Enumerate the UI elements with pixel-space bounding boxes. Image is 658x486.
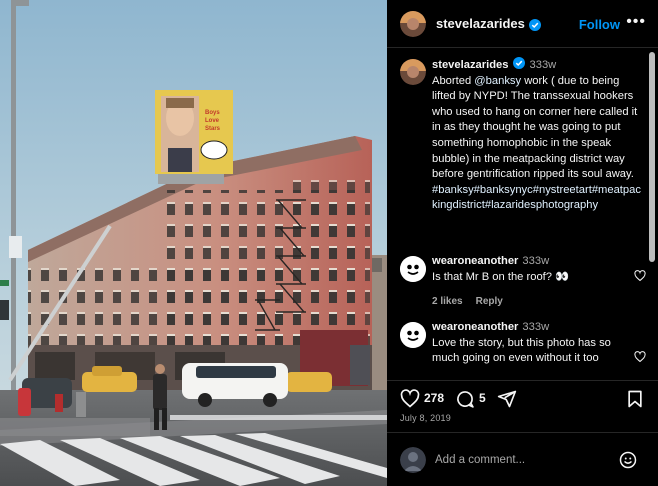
comment-age: 333w <box>522 321 550 333</box>
post-caption: stevelazarides 333w Aborted @banksy work … <box>400 57 646 214</box>
post-action-bar: 278 5 July 8, 2019 <box>387 380 658 432</box>
like-count[interactable]: 278 <box>424 391 444 405</box>
comments-scrollbar[interactable] <box>649 52 655 262</box>
comment-username[interactable]: wearoneanother <box>432 321 518 333</box>
bookmark-icon[interactable] <box>625 389 645 409</box>
comment-heart-icon[interactable] <box>634 269 646 282</box>
author-username[interactable]: stevelazarides <box>436 16 525 31</box>
comment-count[interactable]: 5 <box>479 391 486 405</box>
add-comment-bar <box>387 432 658 486</box>
current-user-avatar <box>400 447 426 473</box>
reply-button[interactable]: Reply <box>476 296 503 307</box>
comments-scroll-area[interactable]: stevelazarides 333w Aborted @banksy work … <box>387 48 658 380</box>
caption-hashtags[interactable]: #banksy#banksynyc#nystreetart#meatpackin… <box>432 184 641 212</box>
comment-username[interactable]: wearoneanother <box>432 255 518 267</box>
post-header: stevelazarides Follow ••• <box>387 0 658 48</box>
comment-text: Is that Mr B on the roof? 👀 <box>432 270 570 283</box>
commenter-avatar[interactable] <box>400 256 426 282</box>
svg-text:Stars: Stars <box>205 126 221 132</box>
comment-age: 333w <box>522 255 550 267</box>
author-avatar[interactable] <box>400 10 426 37</box>
svg-text:Love: Love <box>205 118 220 124</box>
post-date[interactable]: July 8, 2019 <box>400 413 451 423</box>
caption-username[interactable]: stevelazarides <box>432 59 509 71</box>
follow-button[interactable]: Follow <box>579 17 620 32</box>
comment-heart-icon[interactable] <box>634 350 646 363</box>
smile-icon[interactable] <box>619 451 637 469</box>
comment-item: wearoneanother 333w Love the story, but t… <box>400 320 646 367</box>
heart-icon[interactable] <box>400 389 420 409</box>
caption-text-after: work ( due to being lifted by NYPD! The … <box>432 74 638 181</box>
post-sidebar: stevelazarides Follow ••• stevelazarides… <box>387 0 658 486</box>
share-icon[interactable] <box>497 389 517 409</box>
more-options-icon[interactable]: ••• <box>626 13 646 31</box>
caption-text-before: Aborted <box>432 74 475 87</box>
comment-text: Love the story, but this photo has so mu… <box>432 336 611 365</box>
add-comment-input[interactable] <box>435 451 610 469</box>
comment-item: wearoneanother 333w Is that Mr B on the r… <box>400 254 646 310</box>
verified-badge-icon <box>528 18 541 31</box>
svg-text:Boys: Boys <box>205 110 220 116</box>
commenter-avatar[interactable] <box>400 322 426 348</box>
caption-author-avatar[interactable] <box>400 59 426 85</box>
comment-likes[interactable]: 2 likes <box>432 296 463 307</box>
caption-verified-badge-icon <box>512 57 525 69</box>
caption-age: 333w <box>529 59 557 71</box>
caption-mention-link[interactable]: @banksy <box>474 75 521 87</box>
comment-icon[interactable] <box>455 389 475 409</box>
post-photo[interactable]: Boys Love Stars <box>0 0 387 486</box>
